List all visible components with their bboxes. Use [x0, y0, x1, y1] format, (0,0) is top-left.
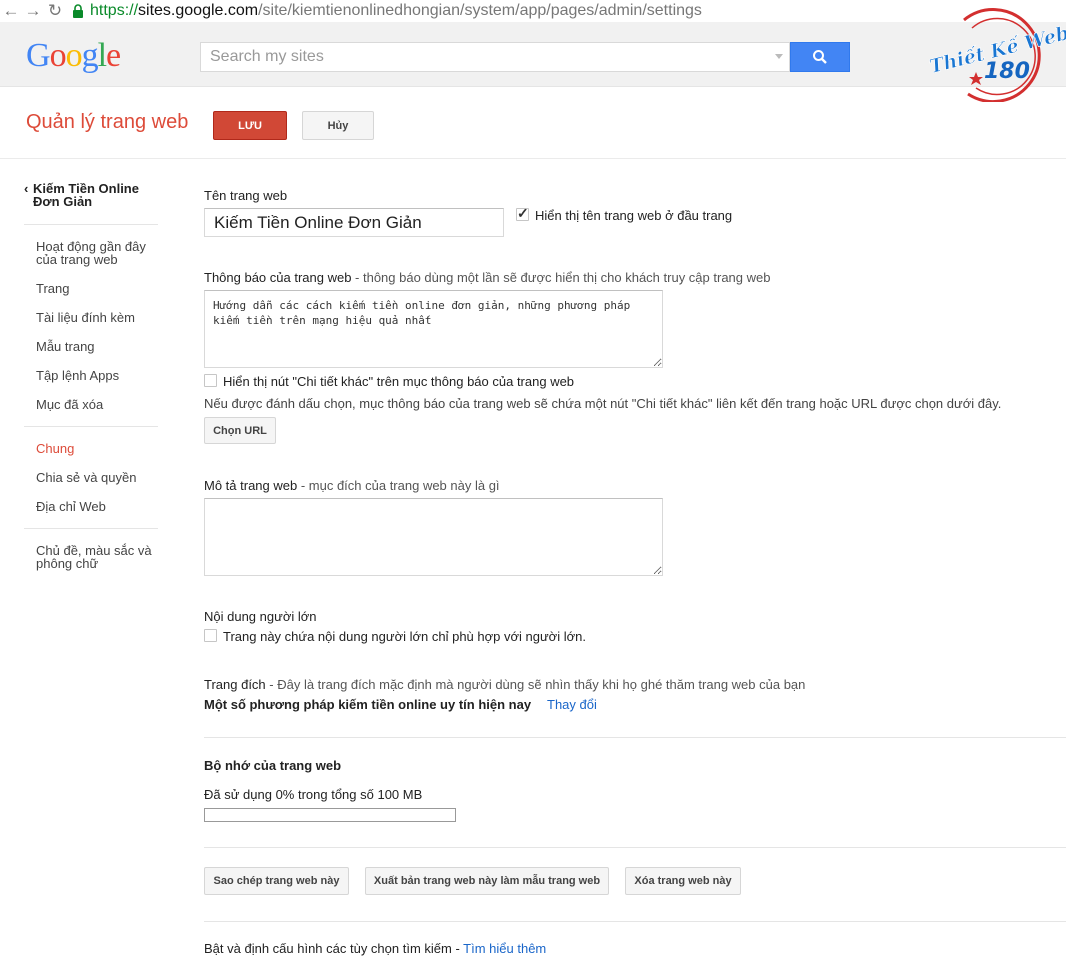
adult-content-label: Nội dung người lớn	[204, 609, 317, 624]
search-button[interactable]	[790, 42, 850, 72]
sidebar-item-web-address[interactable]: Địa chỉ Web	[36, 500, 160, 513]
back-arrow-icon[interactable]: ←	[0, 1, 22, 21]
site-name-input[interactable]	[204, 208, 504, 237]
description-hint: - mục đích của trang web này là gì	[297, 478, 500, 493]
section-divider	[204, 921, 1066, 922]
chevron-left-icon: ‹	[24, 181, 29, 196]
svg-text:180: 180	[984, 59, 1030, 84]
landing-page-name: Một số phương pháp kiếm tiền online uy t…	[204, 697, 532, 712]
sidebar-item-general[interactable]: Chung	[36, 442, 160, 455]
show-name-label: Hiển thị tên trang web ở đầu trang	[535, 208, 733, 223]
sidebar-item-recent-activity[interactable]: Hoạt động gần đây của trang web	[36, 240, 160, 266]
landing-label: Trang đích	[204, 677, 266, 692]
address-bar[interactable]: https://sites.google.com/site/kiemtienon…	[90, 2, 702, 20]
storage-label: Bộ nhớ của trang web	[204, 758, 342, 773]
sidebar-item-page-templates[interactable]: Mẫu trang	[36, 340, 160, 353]
url-scheme: https://	[90, 2, 139, 19]
search-box	[200, 42, 790, 72]
adult-content-checkbox[interactable]	[204, 629, 217, 642]
search-dropdown-icon[interactable]	[775, 54, 783, 59]
publish-as-template-button[interactable]: Xuất bản trang web này làm mẫu trang web	[365, 867, 609, 895]
search-input[interactable]	[201, 43, 771, 71]
sidebar-item-themes[interactable]: Chủ đề, màu sắc và phông chữ	[36, 544, 160, 570]
notice-hint: - thông báo dùng một lần sẽ được hiển th…	[351, 270, 771, 285]
section-divider	[204, 847, 1066, 848]
sidebar-item-attachments[interactable]: Tài liệu đính kèm	[36, 311, 160, 324]
browser-toolbar: ← → ↻ https://sites.google.com/site/kiem…	[0, 0, 1066, 22]
url-path: /site/kiemtienonlinedhongian/system/app/…	[258, 2, 702, 19]
url-host: sites.google.com	[138, 2, 259, 19]
learn-more-link[interactable]: Tìm hiểu thêm	[463, 941, 546, 956]
landing-hint: - Đây là trang đích mặc định mà người dù…	[265, 677, 806, 692]
forward-arrow-icon[interactable]: →	[22, 1, 44, 21]
more-button-description: Nếu được đánh dấu chọn, mục thông báo củ…	[204, 396, 1002, 411]
site-name-label: Tên trang web	[204, 188, 288, 203]
header-divider	[0, 158, 1066, 159]
reload-icon[interactable]: ↻	[44, 1, 66, 21]
sidebar-divider	[24, 426, 158, 427]
more-button-checkbox[interactable]	[204, 374, 217, 387]
save-button[interactable]: LƯU	[213, 111, 287, 140]
sidebar-item-deleted-items[interactable]: Mục đã xóa	[36, 398, 160, 411]
notice-textarea[interactable]: Hướng dẫn các cách kiếm tiền online đơn …	[204, 290, 663, 368]
notice-label-row: Thông báo của trang web - thông báo dùng…	[204, 270, 770, 285]
choose-url-button[interactable]: Chọn URL	[204, 417, 276, 444]
storage-usage-text: Đã sử dụng 0% trong tổng số 100 MB	[204, 787, 423, 802]
search-options-row: Bật và định cấu hình các tùy chọn tìm ki…	[204, 941, 546, 956]
landing-label-row: Trang đích - Đây là trang đích mặc định …	[204, 677, 805, 692]
watermark-logo: Thiết Kế Website 180	[922, 2, 1066, 104]
sidebar-item-sharing[interactable]: Chia sẻ và quyền	[36, 471, 160, 484]
storage-progress-bar	[204, 808, 456, 822]
description-label-row: Mô tả trang web - mục đích của trang web…	[204, 478, 500, 493]
show-name-checkbox[interactable]	[516, 205, 529, 222]
section-divider	[204, 737, 1066, 738]
adult-content-checkbox-label: Trang này chứa nội dung người lớn chỉ ph…	[223, 629, 586, 644]
google-header: Google	[0, 22, 1066, 87]
copy-site-button[interactable]: Sao chép trang web này	[204, 867, 349, 895]
google-logo[interactable]: Google	[26, 37, 121, 75]
sidebar-site-name: Kiếm Tiền Online Đơn Giản	[33, 181, 139, 209]
sidebar-item-pages[interactable]: Trang	[36, 282, 160, 295]
sidebar-divider	[24, 224, 158, 225]
more-button-label: Hiển thị nút "Chi tiết khác" trên mục th…	[223, 374, 575, 389]
sidebar-item-apps-scripts[interactable]: Tập lệnh Apps	[36, 369, 160, 382]
notice-label: Thông báo của trang web	[204, 270, 352, 285]
delete-site-button[interactable]: Xóa trang web này	[625, 867, 741, 895]
page-title: Quản lý trang web	[26, 111, 189, 133]
description-label: Mô tả trang web	[204, 478, 298, 493]
lock-icon	[70, 3, 86, 19]
search-icon	[813, 50, 827, 64]
description-textarea[interactable]	[204, 498, 663, 576]
search-options-text: Bật và định cấu hình các tùy chọn tìm ki…	[204, 941, 464, 956]
sidebar-divider	[24, 528, 158, 529]
landing-change-link[interactable]: Thay đổi	[547, 697, 597, 712]
cancel-button[interactable]: Hủy	[302, 111, 374, 140]
sidebar-site-link[interactable]: ‹ Kiếm Tiền Online Đơn Giản	[24, 181, 160, 209]
